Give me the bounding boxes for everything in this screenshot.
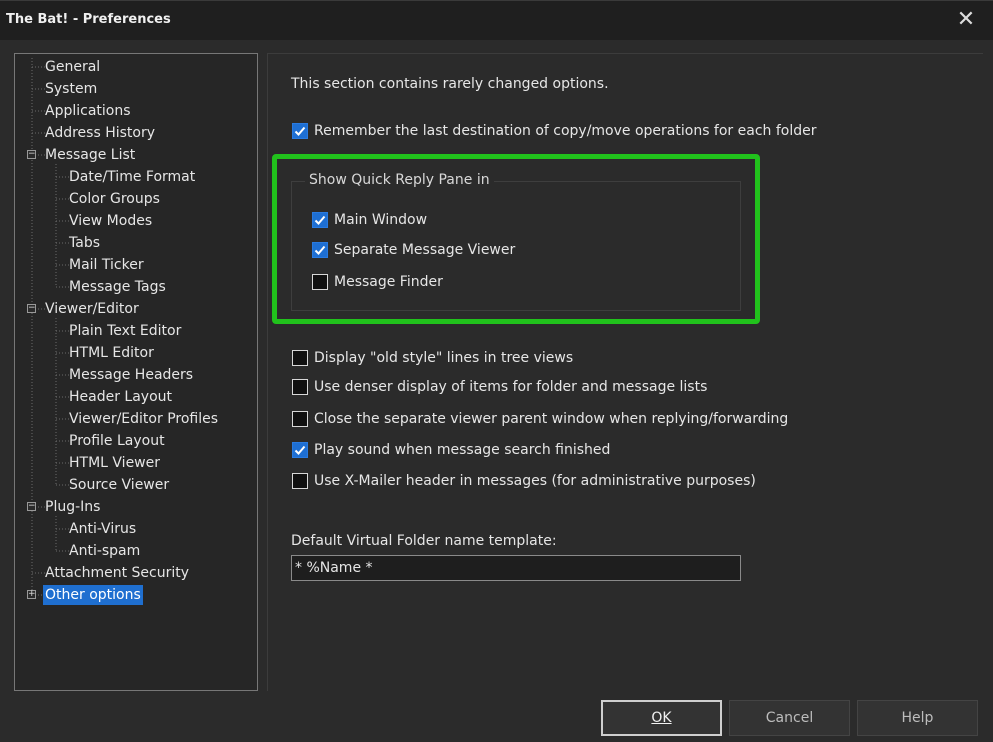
- tree-item-label: Other options: [43, 585, 143, 605]
- tree-item-label: Profile Layout: [69, 433, 165, 449]
- tree-item-other-options[interactable]: Other options: [43, 584, 143, 606]
- tree-item-plug-ins[interactable]: Plug-Ins: [45, 496, 100, 518]
- tree-item-label: Color Groups: [69, 191, 160, 207]
- checkbox-label: Use denser display of items for folder a…: [314, 379, 708, 395]
- tree-item-label: General: [45, 59, 101, 75]
- tree-item-label: Address History: [45, 125, 156, 141]
- tree-item-applications[interactable]: Applications: [45, 100, 131, 122]
- tree-item-label: Message List: [45, 147, 136, 163]
- green-highlight-annotation: [272, 154, 760, 324]
- options-panel: [267, 53, 983, 691]
- tree-item-label: Anti-Virus: [69, 521, 137, 537]
- tree-item-label: Message Headers: [69, 367, 194, 383]
- tree-item-label: Message Tags: [69, 279, 166, 295]
- checkbox-checked-icon[interactable]: [292, 123, 308, 139]
- denser-display-checkbox[interactable]: Use denser display of items for folder a…: [292, 376, 707, 398]
- tree-item-label: System: [45, 81, 98, 97]
- tree-item-label: Anti-spam: [69, 543, 141, 559]
- tree-item-system[interactable]: System: [45, 78, 97, 100]
- tree-item-label: Header Layout: [69, 389, 173, 405]
- tree-item-label: Attachment Security: [45, 565, 190, 581]
- collapse-icon[interactable]: −: [27, 502, 36, 511]
- checkbox-label: Close the separate viewer parent window …: [314, 411, 789, 427]
- virtual-folder-template-input[interactable]: * %Name *: [291, 555, 741, 581]
- tree-item-label: Viewer/Editor: [45, 301, 139, 317]
- tree-item-address-history[interactable]: Address History: [45, 122, 155, 144]
- close-icon[interactable]: ✕: [953, 8, 979, 34]
- tree-item-mail-ticker[interactable]: Mail Ticker: [69, 254, 144, 276]
- checkbox-label: Remember the last destination of copy/mo…: [314, 123, 817, 139]
- tree-item-label: Applications: [45, 103, 131, 119]
- tree-item-date-time-format[interactable]: Date/Time Format: [69, 166, 195, 188]
- tree-item-message-tags[interactable]: Message Tags: [69, 276, 166, 298]
- close-parent-window-checkbox[interactable]: Close the separate viewer parent window …: [292, 408, 788, 430]
- tree-item-message-list[interactable]: Message List: [45, 144, 135, 166]
- tree-item-viewer-editor[interactable]: Viewer/Editor: [45, 298, 139, 320]
- tree-item-source-viewer[interactable]: Source Viewer: [69, 474, 169, 496]
- tree-item-viewer-editor-profiles[interactable]: Viewer/Editor Profiles: [69, 408, 218, 430]
- checkbox-unchecked-icon[interactable]: [292, 350, 308, 366]
- tree-item-label: Viewer/Editor Profiles: [69, 411, 219, 427]
- remember-copy-move-checkbox[interactable]: Remember the last destination of copy/mo…: [292, 120, 817, 142]
- tree-item-anti-virus[interactable]: Anti-Virus: [69, 518, 136, 540]
- tree-item-label: HTML Editor: [69, 345, 154, 361]
- tree-item-tabs[interactable]: Tabs: [69, 232, 100, 254]
- tree-item-label: Tabs: [69, 235, 100, 251]
- help-button[interactable]: Help: [857, 700, 978, 736]
- section-description: This section contains rarely changed opt…: [291, 76, 609, 92]
- preferences-tree[interactable]: General System Applications Address Hist…: [14, 53, 258, 691]
- collapse-icon[interactable]: −: [27, 304, 36, 313]
- play-sound-checkbox[interactable]: Play sound when message search finished: [292, 439, 610, 461]
- tree-item-plain-text-editor[interactable]: Plain Text Editor: [69, 320, 181, 342]
- checkbox-label: Use X-Mailer header in messages (for adm…: [314, 473, 756, 489]
- old-style-lines-checkbox[interactable]: Display "old style" lines in tree views: [292, 347, 573, 369]
- virtual-folder-label: Default Virtual Folder name template:: [291, 533, 557, 549]
- tree-item-color-groups[interactable]: Color Groups: [69, 188, 160, 210]
- tree-item-header-layout[interactable]: Header Layout: [69, 386, 172, 408]
- tree-item-html-viewer[interactable]: HTML Viewer: [69, 452, 160, 474]
- tree-item-view-modes[interactable]: View Modes: [69, 210, 152, 232]
- tree-item-message-headers[interactable]: Message Headers: [69, 364, 193, 386]
- tree-item-general[interactable]: General: [45, 56, 100, 78]
- tree-item-label: View Modes: [69, 213, 153, 229]
- checkbox-unchecked-icon[interactable]: [292, 411, 308, 427]
- tree-item-label: Date/Time Format: [69, 169, 196, 185]
- tree-item-attachment-security[interactable]: Attachment Security: [45, 562, 189, 584]
- tree-item-anti-spam[interactable]: Anti-spam: [69, 540, 140, 562]
- checkbox-unchecked-icon[interactable]: [292, 379, 308, 395]
- window-title: The Bat! - Preferences: [6, 12, 171, 27]
- tree-item-label: HTML Viewer: [69, 455, 160, 471]
- tree-item-label: Plain Text Editor: [69, 323, 182, 339]
- tree-item-html-editor[interactable]: HTML Editor: [69, 342, 154, 364]
- checkbox-label: Display "old style" lines in tree views: [314, 350, 574, 366]
- checkbox-label: Play sound when message search finished: [314, 442, 611, 458]
- x-mailer-checkbox[interactable]: Use X-Mailer header in messages (for adm…: [292, 470, 756, 492]
- checkbox-checked-icon[interactable]: [292, 442, 308, 458]
- ok-button-label: OK: [651, 710, 672, 726]
- tree-item-label: Source Viewer: [69, 477, 170, 493]
- title-bar: The Bat! - Preferences ✕: [0, 0, 993, 40]
- tree-item-label: Plug-Ins: [45, 499, 101, 515]
- collapse-icon[interactable]: −: [27, 150, 36, 159]
- checkbox-unchecked-icon[interactable]: [292, 473, 308, 489]
- tree-item-profile-layout[interactable]: Profile Layout: [69, 430, 165, 452]
- cancel-button[interactable]: Cancel: [729, 700, 850, 736]
- ok-button[interactable]: OK: [601, 700, 722, 736]
- tree-item-label: Mail Ticker: [69, 257, 144, 273]
- expand-icon[interactable]: +: [27, 590, 36, 599]
